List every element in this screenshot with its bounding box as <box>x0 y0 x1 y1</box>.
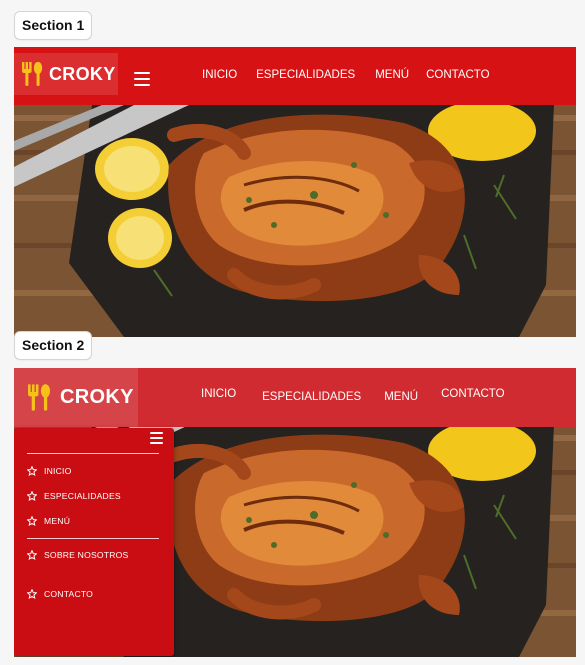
brand-name: CROKY <box>49 63 116 84</box>
star-outline-icon <box>27 491 37 501</box>
hamburger-menu-icon[interactable] <box>150 432 163 444</box>
star-outline-icon <box>27 589 37 599</box>
side-menu-item-label: MENÚ <box>44 516 71 526</box>
navbar: CROKY INICIO ESPECIALIDADES MENÚ CONTACT… <box>14 47 576 105</box>
nav-menu[interactable]: MENÚ <box>375 69 409 81</box>
nav-especialidades[interactable]: ESPECIALIDADES <box>256 69 355 81</box>
menu-divider <box>27 538 159 539</box>
star-outline-icon <box>27 550 37 560</box>
navbar: CROKY INICIO ESPECIALIDADES MENÚ CONTACT… <box>14 368 576 427</box>
side-menu-item-contacto[interactable]: CONTACTO <box>27 589 93 599</box>
nav-links: INICIO ESPECIALIDADES MENÚ CONTACTO <box>201 386 505 403</box>
hamburger-menu-icon[interactable] <box>134 72 150 86</box>
fork-spoon-icon <box>28 384 51 411</box>
side-menu-item-label: SOBRE NOSOTROS <box>44 550 129 560</box>
brand-logo[interactable]: CROKY <box>14 368 138 427</box>
section-1-page: CROKY INICIO ESPECIALIDADES MENÚ CONTACT… <box>14 47 576 337</box>
star-outline-icon <box>27 516 37 526</box>
side-menu-item-label: ESPECIALIDADES <box>44 491 121 501</box>
section-2-label: Section 2 <box>14 331 93 360</box>
hero-image <box>14 105 576 337</box>
side-menu-item-menu[interactable]: MENÚ <box>27 516 70 526</box>
section-label-text: Section 2 <box>22 337 85 353</box>
section-1-label: Section 1 <box>14 11 93 40</box>
side-menu-item-label: CONTACTO <box>44 589 94 599</box>
nav-inicio[interactable]: INICIO <box>202 69 237 81</box>
side-menu-item-sobre-nosotros[interactable]: SOBRE NOSOTROS <box>27 550 128 560</box>
section-2-page: CROKY INICIO ESPECIALIDADES MENÚ CONTACT… <box>14 368 576 657</box>
section-label-text: Section 1 <box>22 17 85 33</box>
menu-divider <box>27 453 159 454</box>
side-menu-item-label: INICIO <box>44 466 72 476</box>
nav-especialidades[interactable]: ESPECIALIDADES <box>262 391 361 403</box>
nav-menu[interactable]: MENÚ <box>384 391 418 403</box>
fork-spoon-icon <box>22 62 43 86</box>
side-menu-item-especialidades[interactable]: ESPECIALIDADES <box>27 491 121 501</box>
nav-inicio[interactable]: INICIO <box>201 388 236 400</box>
brand-logo[interactable]: CROKY <box>14 53 118 95</box>
side-menu: INICIO ESPECIALIDADES MENÚ SOBRE NOSOTRO… <box>14 428 174 656</box>
star-outline-icon <box>27 466 37 476</box>
nav-contacto[interactable]: CONTACTO <box>441 388 504 400</box>
side-menu-item-inicio[interactable]: INICIO <box>27 466 71 476</box>
nav-contacto[interactable]: CONTACTO <box>426 69 489 81</box>
nav-links: INICIO ESPECIALIDADES MENÚ CONTACTO <box>202 67 490 83</box>
brand-name: CROKY <box>60 386 134 408</box>
